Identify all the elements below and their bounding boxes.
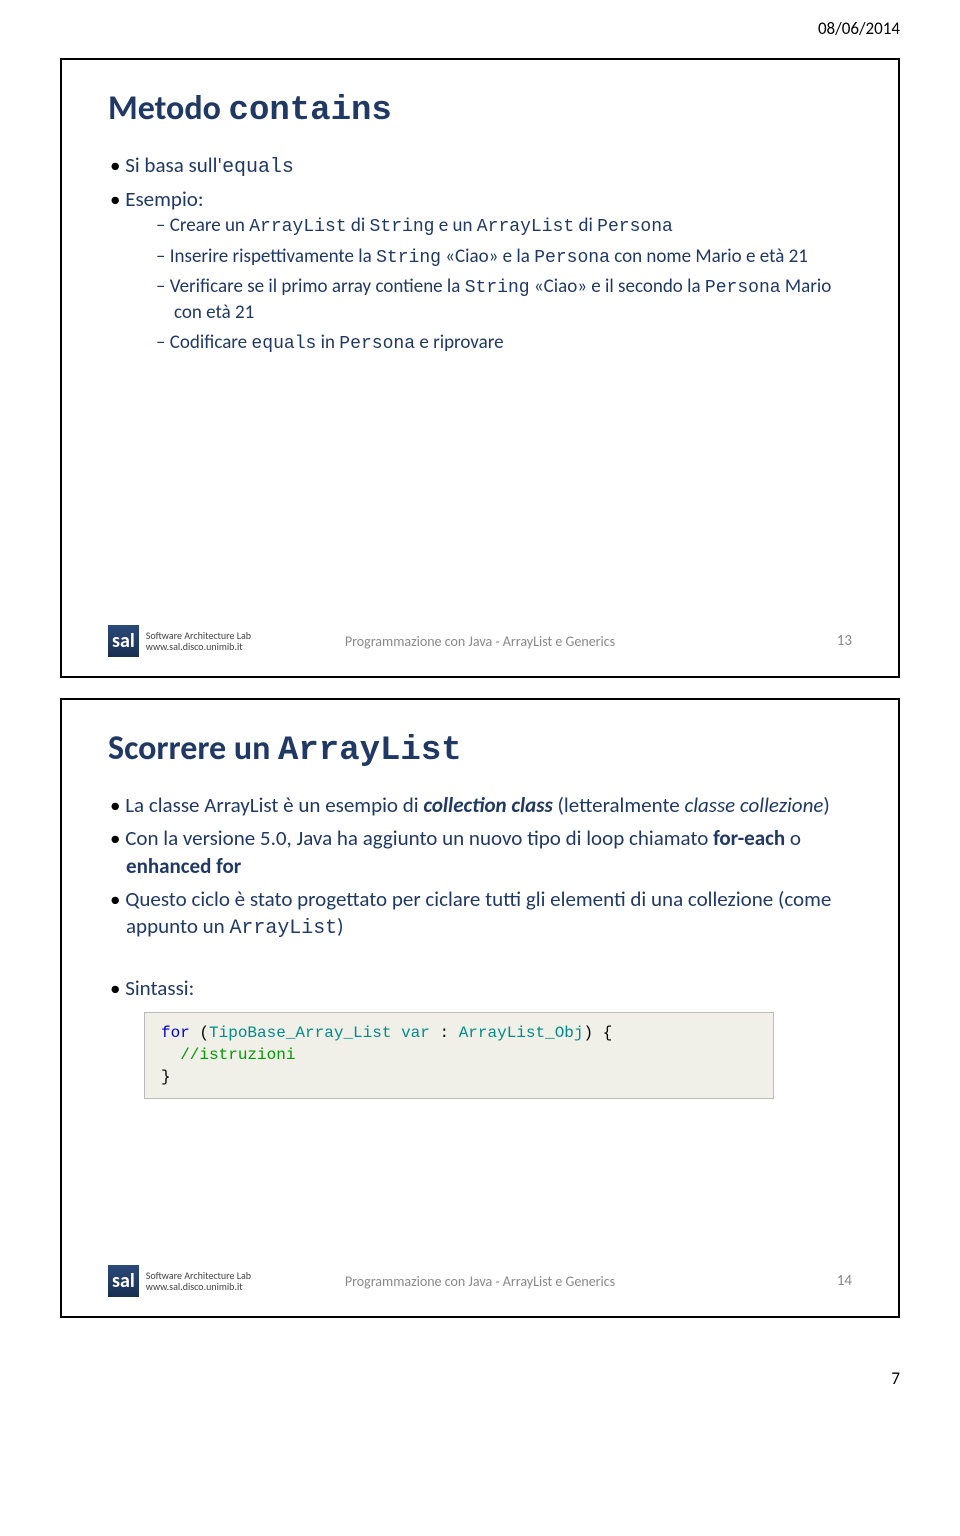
slide-title: Scorrere un ArrayList xyxy=(108,728,852,770)
list-item: Inserire rispettivamente la String «Ciao… xyxy=(156,244,852,270)
footer-left: sal Software Architecture Lab www.sal.di… xyxy=(108,622,251,660)
footer-left: sal Software Architecture Lab www.sal.di… xyxy=(108,1262,251,1300)
list-item: Con la versione 5.0, Java ha aggiunto un… xyxy=(110,825,852,880)
list-item: Questo ciclo è stato progettato per cicl… xyxy=(110,886,852,941)
page-number: 7 xyxy=(0,1338,960,1409)
title-mono: ArrayList xyxy=(278,732,462,770)
slide-number: 14 xyxy=(837,1272,852,1290)
list-item: Sintassi: xyxy=(110,975,852,1002)
title-text: Scorrere un xyxy=(108,728,278,769)
list-item: Codificare equals in Persona e riprovare xyxy=(156,330,852,356)
list-item: La classe ArrayList è un esempio di coll… xyxy=(110,792,852,819)
footer-center: Programmazione con Java - ArrayList e Ge… xyxy=(345,633,615,650)
syntax-label: Sintassi: xyxy=(125,975,194,1001)
slide-footer: sal Software Architecture Lab www.sal.di… xyxy=(108,1262,852,1300)
slide-footer: sal Software Architecture Lab www.sal.di… xyxy=(108,622,852,660)
slide-2: Scorrere un ArrayList La classe ArrayLis… xyxy=(60,698,900,1318)
lab-url: www.sal.disco.unimib.it xyxy=(146,1281,251,1293)
code-type: TipoBase_Array_List xyxy=(209,1024,391,1042)
code-comment: //istruzioni xyxy=(180,1046,295,1064)
logo-subtitle: Software Architecture Lab www.sal.disco.… xyxy=(143,630,251,653)
title-mono: contains xyxy=(229,92,392,130)
logo-text: sal xyxy=(110,629,135,653)
list-item: Verificare se il primo array contiene la… xyxy=(156,274,852,326)
list-item: Si basa sull'equals xyxy=(110,152,852,180)
code-keyword: for xyxy=(161,1024,190,1042)
logo-text: sal xyxy=(110,1269,135,1293)
sal-logo: sal xyxy=(108,622,139,660)
slide-title: Metodo contains xyxy=(108,88,852,130)
code-block: for (TipoBase_Array_List var : ArrayList… xyxy=(144,1012,774,1099)
logo-subtitle: Software Architecture Lab www.sal.disco.… xyxy=(143,1270,251,1293)
slide-1: Metodo contains Si basa sull'equals Esem… xyxy=(60,58,900,678)
page-date: 08/06/2014 xyxy=(0,0,960,44)
list-item: Creare un ArrayList di String e un Array… xyxy=(156,213,852,239)
footer-center: Programmazione con Java - ArrayList e Ge… xyxy=(345,1273,615,1290)
sub-list: Creare un ArrayList di String e un Array… xyxy=(126,213,852,356)
title-text: Metodo xyxy=(108,88,229,129)
slide-number: 13 xyxy=(837,632,852,650)
code-var: var xyxy=(401,1024,430,1042)
lab-url: www.sal.disco.unimib.it xyxy=(146,641,251,653)
sal-logo: sal xyxy=(108,1262,139,1300)
bullet-list: Si basa sull'equals Esempio: Creare un A… xyxy=(108,152,852,356)
code-obj: ArrayList_Obj xyxy=(459,1024,584,1042)
bullet-list: Sintassi: xyxy=(108,975,852,1002)
bullet-list: La classe ArrayList è un esempio di coll… xyxy=(108,792,852,941)
list-item: Esempio: Creare un ArrayList di String e… xyxy=(110,186,852,356)
